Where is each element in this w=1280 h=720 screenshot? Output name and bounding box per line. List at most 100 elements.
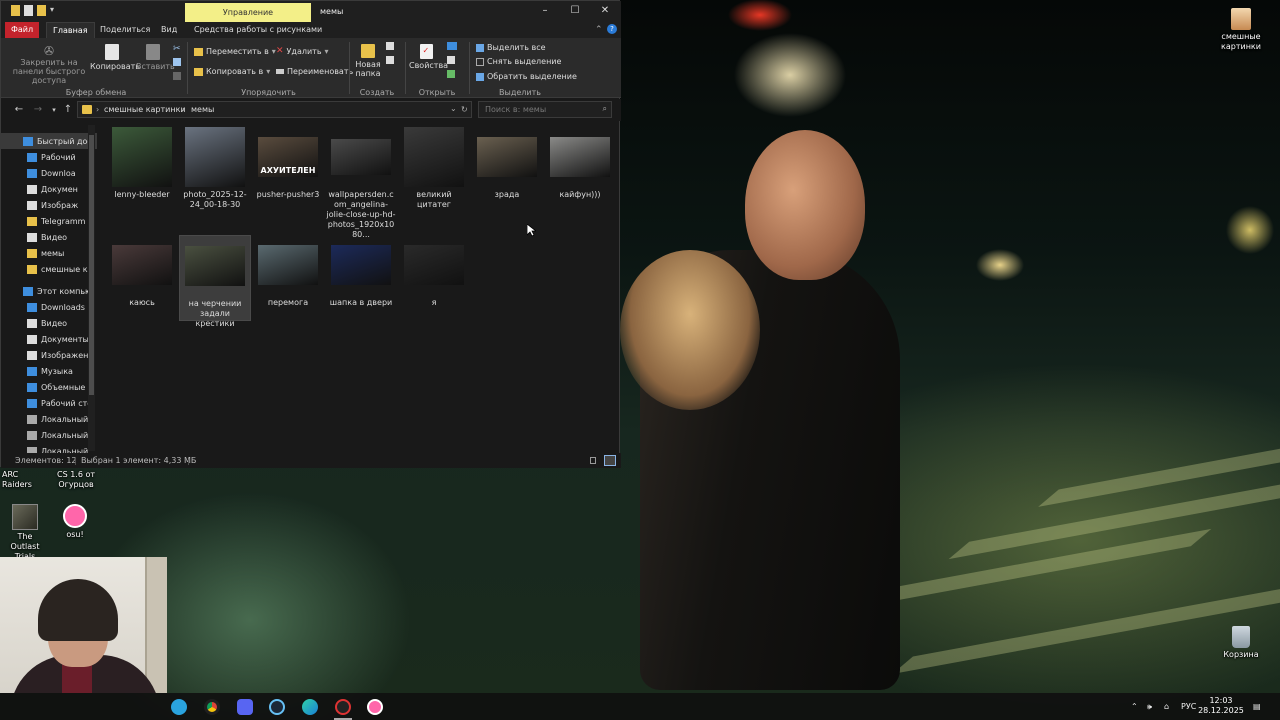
rename-button[interactable]: Переименовать: [276, 67, 353, 76]
close-button[interactable]: ✕: [598, 4, 612, 18]
edit-icon[interactable]: [447, 56, 455, 64]
file-item[interactable]: каюсь: [106, 235, 178, 308]
new-folder-icon[interactable]: [37, 5, 46, 16]
volume-icon[interactable]: 🕪: [1147, 693, 1152, 720]
file-item[interactable]: кайфун))): [544, 127, 616, 200]
open-icon[interactable]: [447, 42, 457, 50]
nav-item[interactable]: Локальный: [1, 411, 97, 427]
file-item[interactable]: перемога: [252, 235, 324, 308]
nav-item[interactable]: Музыка: [1, 363, 97, 379]
invert-selection-button[interactable]: Обратить выделение: [476, 72, 577, 81]
file-item[interactable]: на черчении задали крестики: [179, 235, 251, 328]
tab-home[interactable]: Главная: [46, 22, 95, 38]
nav-item[interactable]: Downloads: [1, 299, 97, 315]
desktop-icon-funny-pictures[interactable]: смешные картинки: [1218, 8, 1264, 52]
telegram-icon[interactable]: [171, 699, 187, 715]
properties-icon[interactable]: [24, 5, 33, 16]
easy-access-icon[interactable]: [386, 56, 394, 64]
nav-item[interactable]: Видео: [1, 229, 97, 245]
paste-shortcut-icon[interactable]: [173, 72, 181, 80]
network-icon[interactable]: ⌂: [1164, 693, 1169, 720]
up-button[interactable]: ↑: [62, 103, 74, 117]
tab-view[interactable]: Вид: [155, 22, 183, 38]
copy-button[interactable]: Копировать: [90, 44, 140, 71]
notifications-icon[interactable]: ▤: [1253, 693, 1261, 720]
discord-icon[interactable]: [237, 699, 253, 715]
nav-item[interactable]: Объемные: [1, 379, 97, 395]
nav-item[interactable]: Рабочий сто: [1, 395, 97, 411]
cut-icon[interactable]: ✂: [173, 42, 181, 56]
nav-item[interactable]: смешные к: [1, 261, 97, 277]
new-folder-button[interactable]: Новая папка: [352, 44, 384, 78]
chevron-up-icon[interactable]: ⌃: [1131, 693, 1138, 720]
thumbnail-caption: АХУИТЕЛЕН: [260, 166, 316, 175]
file-item[interactable]: шапка в двери: [325, 235, 397, 308]
nav-item[interactable]: Видео: [1, 315, 97, 331]
chrome-icon[interactable]: [204, 699, 220, 715]
breadcrumb-memes[interactable]: мемы: [191, 105, 214, 114]
file-item[interactable]: великий цитатег: [398, 127, 470, 210]
group-clipboard-label: Буфер обмена: [65, 88, 127, 97]
refresh-icon[interactable]: ↻: [461, 105, 468, 114]
desktop-icon-recycle-bin[interactable]: Корзина: [1220, 626, 1262, 660]
file-item[interactable]: wallpapersden.com_angelina-jolie-close-u…: [325, 127, 397, 240]
desktop-icon-cs16[interactable]: CS 1.6 от Огурцов: [56, 470, 96, 490]
nav-item[interactable]: Downloa: [1, 165, 97, 181]
nav-scrollbar[interactable]: [88, 125, 95, 451]
address-field[interactable]: › смешные картинки › мемы ⌄ ↻: [77, 101, 472, 118]
forward-button[interactable]: →: [32, 103, 44, 117]
desktop-icon-outlast-trials[interactable]: The Outlast Trials: [2, 504, 48, 562]
nav-item[interactable]: мемы: [1, 245, 97, 261]
select-all-button[interactable]: Выделить все: [476, 43, 546, 52]
osu-icon[interactable]: [367, 699, 383, 715]
paste-button[interactable]: Вставить: [136, 44, 175, 71]
help-icon[interactable]: ?: [607, 24, 617, 34]
copy-to-button[interactable]: Копировать в ▾: [194, 67, 270, 76]
large-icons-view-icon[interactable]: [604, 455, 616, 466]
collapse-ribbon-icon[interactable]: ⌃: [595, 25, 603, 35]
tab-file[interactable]: Файл: [5, 22, 40, 38]
properties-button[interactable]: ✓ Свойства: [409, 44, 448, 70]
back-button[interactable]: ←: [13, 103, 25, 117]
file-item[interactable]: я: [398, 235, 470, 308]
clock[interactable]: 12:03 28.12.2025: [1196, 696, 1246, 716]
nav-item[interactable]: Telegramm: [1, 213, 97, 229]
nav-item[interactable]: Докумен: [1, 181, 97, 197]
tab-manage[interactable]: Управление: [185, 3, 311, 22]
desktop-icon-arc-raiders[interactable]: ARC Raiders: [2, 470, 50, 490]
desktop-icon-osu[interactable]: osu!: [56, 504, 94, 540]
file-item[interactable]: зрада: [471, 127, 543, 200]
nav-item[interactable]: Быстрый дос: [1, 133, 97, 149]
recent-locations-icon[interactable]: ▾: [48, 103, 60, 117]
obs-icon[interactable]: [335, 699, 351, 715]
file-item[interactable]: photo_2025-12-24_00-18-30: [179, 127, 251, 210]
nav-item[interactable]: Документы: [1, 331, 97, 347]
nav-item[interactable]: Изображ: [1, 197, 97, 213]
tab-picture-tools[interactable]: Средства работы с рисунками: [188, 22, 328, 38]
move-to-button[interactable]: Переместить в ▾: [194, 47, 276, 56]
edge-icon[interactable]: [302, 699, 318, 715]
new-item-icon[interactable]: [386, 42, 394, 50]
details-view-icon[interactable]: [590, 457, 596, 464]
chevron-down-icon[interactable]: ⌄: [450, 104, 457, 113]
history-icon[interactable]: [447, 70, 455, 78]
steam-icon[interactable]: [269, 699, 285, 715]
minimize-button[interactable]: –: [538, 4, 552, 18]
nav-item[interactable]: Рабочий: [1, 149, 97, 165]
nav-item[interactable]: Этот компью: [1, 283, 97, 299]
file-item[interactable]: АХУИТЕЛЕН pusher-pusher3: [252, 127, 324, 200]
search-input[interactable]: Поиск в: мемы ⌕: [478, 101, 612, 118]
tab-share[interactable]: Поделиться: [94, 22, 156, 38]
select-none-button[interactable]: Снять выделение: [476, 57, 561, 66]
copy-path-icon[interactable]: [173, 58, 181, 66]
file-item[interactable]: lenny-bleeder: [106, 127, 178, 200]
breadcrumb-funny-pictures[interactable]: смешные картинки: [104, 105, 186, 114]
nav-item[interactable]: Локальный: [1, 427, 97, 443]
nav-item[interactable]: Изображен: [1, 347, 97, 363]
delete-button[interactable]: ✕ Удалить ▾: [276, 47, 329, 57]
maximize-button[interactable]: ☐: [568, 4, 582, 18]
language-indicator[interactable]: РУС: [1181, 693, 1196, 720]
chevron-down-icon[interactable]: ▾: [50, 5, 56, 16]
pin-quick-access-button[interactable]: ✇ Закрепить на панели быстрого доступа: [9, 44, 89, 85]
nav-item[interactable]: Локальный: [1, 443, 97, 453]
